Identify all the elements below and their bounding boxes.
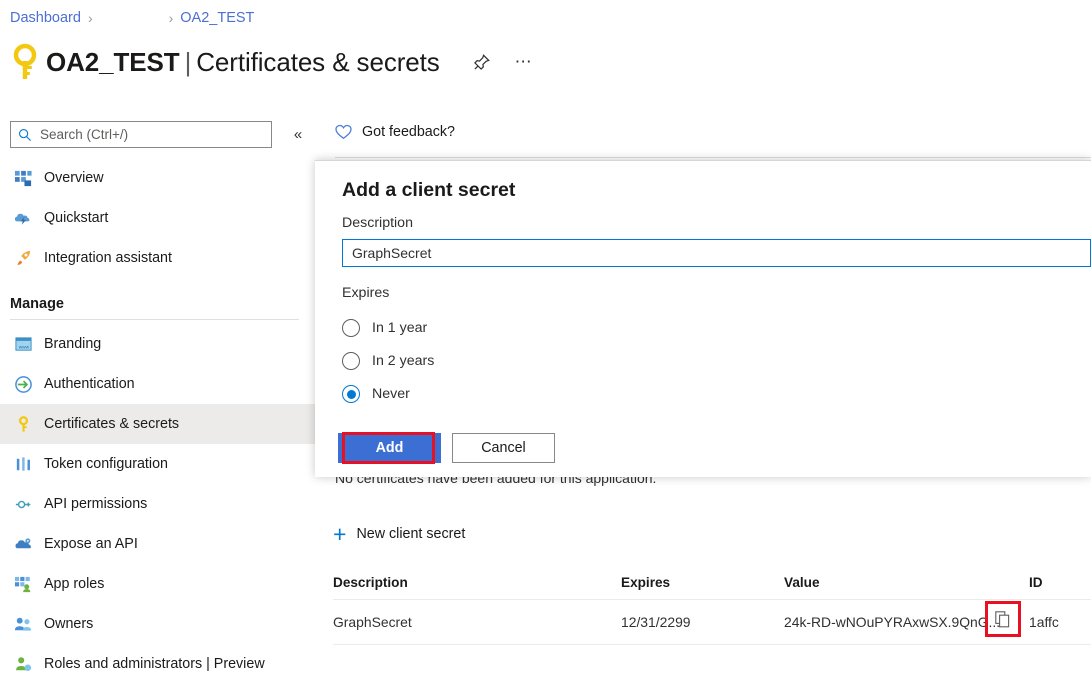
cell-value-wrapper: 24k-RD-wNOuPYRAxwSX.9QnG... <box>784 614 1029 630</box>
sidebar-item-label: Owners <box>44 616 93 632</box>
page-title-divider: | <box>185 47 192 77</box>
add-client-secret-dialog: Add a client secret Description Expires … <box>315 160 1091 477</box>
sidebar-item-owners[interactable]: Owners <box>0 604 315 644</box>
search-icon <box>18 128 32 142</box>
svg-text:www: www <box>18 345 29 350</box>
got-feedback-label: Got feedback? <box>362 124 455 140</box>
description-label: Description <box>342 215 413 231</box>
dialog-title: Add a client secret <box>342 179 515 202</box>
breadcrumb-separator-icon: › <box>88 10 93 26</box>
sidebar-item-label: Quickstart <box>44 210 108 226</box>
new-client-secret-label: New client secret <box>356 526 465 542</box>
table-header-row: Description Expires Value ID <box>333 565 1091 600</box>
quickstart-cloud-icon <box>12 207 34 229</box>
sidebar-nav: Overview Quickstart <box>0 158 315 675</box>
radio-label: Never <box>372 386 410 402</box>
key-icon <box>10 42 40 82</box>
page-title-row: OA2_TEST|Certificates & secrets ⋯ <box>10 40 536 84</box>
sidebar-item-certificates-secrets[interactable]: Certificates & secrets <box>0 404 315 444</box>
sidebar-item-app-roles[interactable]: App roles <box>0 564 315 604</box>
client-secrets-table: Description Expires Value ID GraphSecret… <box>333 565 1091 645</box>
column-header-description[interactable]: Description <box>333 575 621 590</box>
breadcrumb: Dashboard › › OA2_TEST <box>10 8 254 28</box>
description-input[interactable] <box>342 239 1091 267</box>
radio-circle-icon <box>342 319 360 337</box>
breadcrumb-item-oa2test[interactable]: OA2_TEST <box>180 10 254 26</box>
sidebar-item-label: Branding <box>44 336 101 352</box>
sidebar-item-branding[interactable]: www Branding <box>0 324 315 364</box>
new-client-secret-button[interactable]: + New client secret <box>333 525 465 543</box>
cancel-button[interactable]: Cancel <box>452 433 555 463</box>
cell-value: 24k-RD-wNOuPYRAxwSX.9QnG... <box>784 614 1000 630</box>
add-button[interactable]: Add <box>338 433 441 463</box>
radio-circle-icon <box>342 352 360 370</box>
cell-expires: 12/31/2299 <box>621 614 784 630</box>
breadcrumb-separator-icon: › <box>169 10 174 26</box>
breadcrumb-item-dashboard[interactable]: Dashboard <box>10 10 81 26</box>
sidebar-divider <box>10 319 299 320</box>
radio-circle-selected-icon <box>342 385 360 403</box>
radio-in-2-years[interactable]: In 2 years <box>342 349 434 373</box>
heart-icon <box>335 124 352 140</box>
authentication-arrow-icon <box>12 373 34 395</box>
radio-never[interactable]: Never <box>342 382 410 406</box>
sidebar-item-token-configuration[interactable]: Token configuration <box>0 444 315 484</box>
sidebar-item-label: Overview <box>44 170 104 186</box>
sidebar-item-integration-assistant[interactable]: Integration assistant <box>0 238 315 278</box>
column-header-expires[interactable]: Expires <box>621 575 784 590</box>
sidebar-item-label: Expose an API <box>44 536 138 552</box>
search-input[interactable] <box>38 126 252 143</box>
api-key-icon <box>12 493 34 515</box>
sidebar-item-quickstart[interactable]: Quickstart <box>0 198 315 238</box>
sidebar-item-label: App roles <box>44 576 104 592</box>
column-header-id[interactable]: ID <box>1029 575 1091 590</box>
sidebar-item-label: Roles and administrators | Preview <box>44 656 265 672</box>
plus-icon: + <box>333 525 346 543</box>
branding-window-icon: www <box>12 333 34 355</box>
azure-portal-screen: Dashboard › › OA2_TEST OA2_TEST|Certific… <box>0 0 1091 675</box>
sidebar: « Overview <box>0 110 315 675</box>
expires-label: Expires <box>342 285 389 301</box>
radio-in-1-year[interactable]: In 1 year <box>342 316 427 340</box>
page-title: OA2_TEST|Certificates & secrets <box>46 47 440 78</box>
collapse-sidebar-icon[interactable]: « <box>288 125 308 145</box>
sidebar-group-manage: Manage <box>0 278 315 312</box>
page-title-resource: OA2_TEST <box>46 47 180 77</box>
radio-label: In 2 years <box>372 353 434 369</box>
expose-api-cloud-icon <box>12 533 34 555</box>
sidebar-item-roles-and-administrators[interactable]: Roles and administrators | Preview <box>0 644 315 675</box>
token-bars-icon <box>12 453 34 475</box>
more-options-icon[interactable]: ⋯ <box>512 50 536 74</box>
roles-person-icon <box>12 653 34 675</box>
table-row: GraphSecret 12/31/2299 24k-RD-wNOuPYRAxw… <box>333 600 1091 645</box>
sidebar-item-label: Integration assistant <box>44 250 172 266</box>
column-header-value[interactable]: Value <box>784 575 1029 590</box>
sidebar-item-overview[interactable]: Overview <box>0 158 315 198</box>
cell-description: GraphSecret <box>333 614 621 630</box>
pin-icon[interactable] <box>470 50 494 74</box>
owners-people-icon <box>12 613 34 635</box>
sidebar-item-expose-an-api[interactable]: Expose an API <box>0 524 315 564</box>
cell-id: 1affc <box>1029 614 1091 630</box>
page-title-section: Certificates & secrets <box>196 47 439 77</box>
rocket-icon <box>12 247 34 269</box>
toolbar-divider <box>335 157 1091 158</box>
search-box[interactable] <box>10 121 272 148</box>
sidebar-item-label: Token configuration <box>44 456 168 472</box>
got-feedback-button[interactable]: Got feedback? <box>335 124 455 140</box>
key-icon <box>12 413 34 435</box>
overview-grid-icon <box>12 167 34 189</box>
copy-icon[interactable] <box>990 606 1016 632</box>
sidebar-item-label: API permissions <box>44 496 147 512</box>
sidebar-item-api-permissions[interactable]: API permissions <box>0 484 315 524</box>
sidebar-item-label: Authentication <box>44 376 135 392</box>
app-roles-icon <box>12 573 34 595</box>
sidebar-item-label: Certificates & secrets <box>44 416 179 432</box>
radio-label: In 1 year <box>372 320 427 336</box>
sidebar-item-authentication[interactable]: Authentication <box>0 364 315 404</box>
